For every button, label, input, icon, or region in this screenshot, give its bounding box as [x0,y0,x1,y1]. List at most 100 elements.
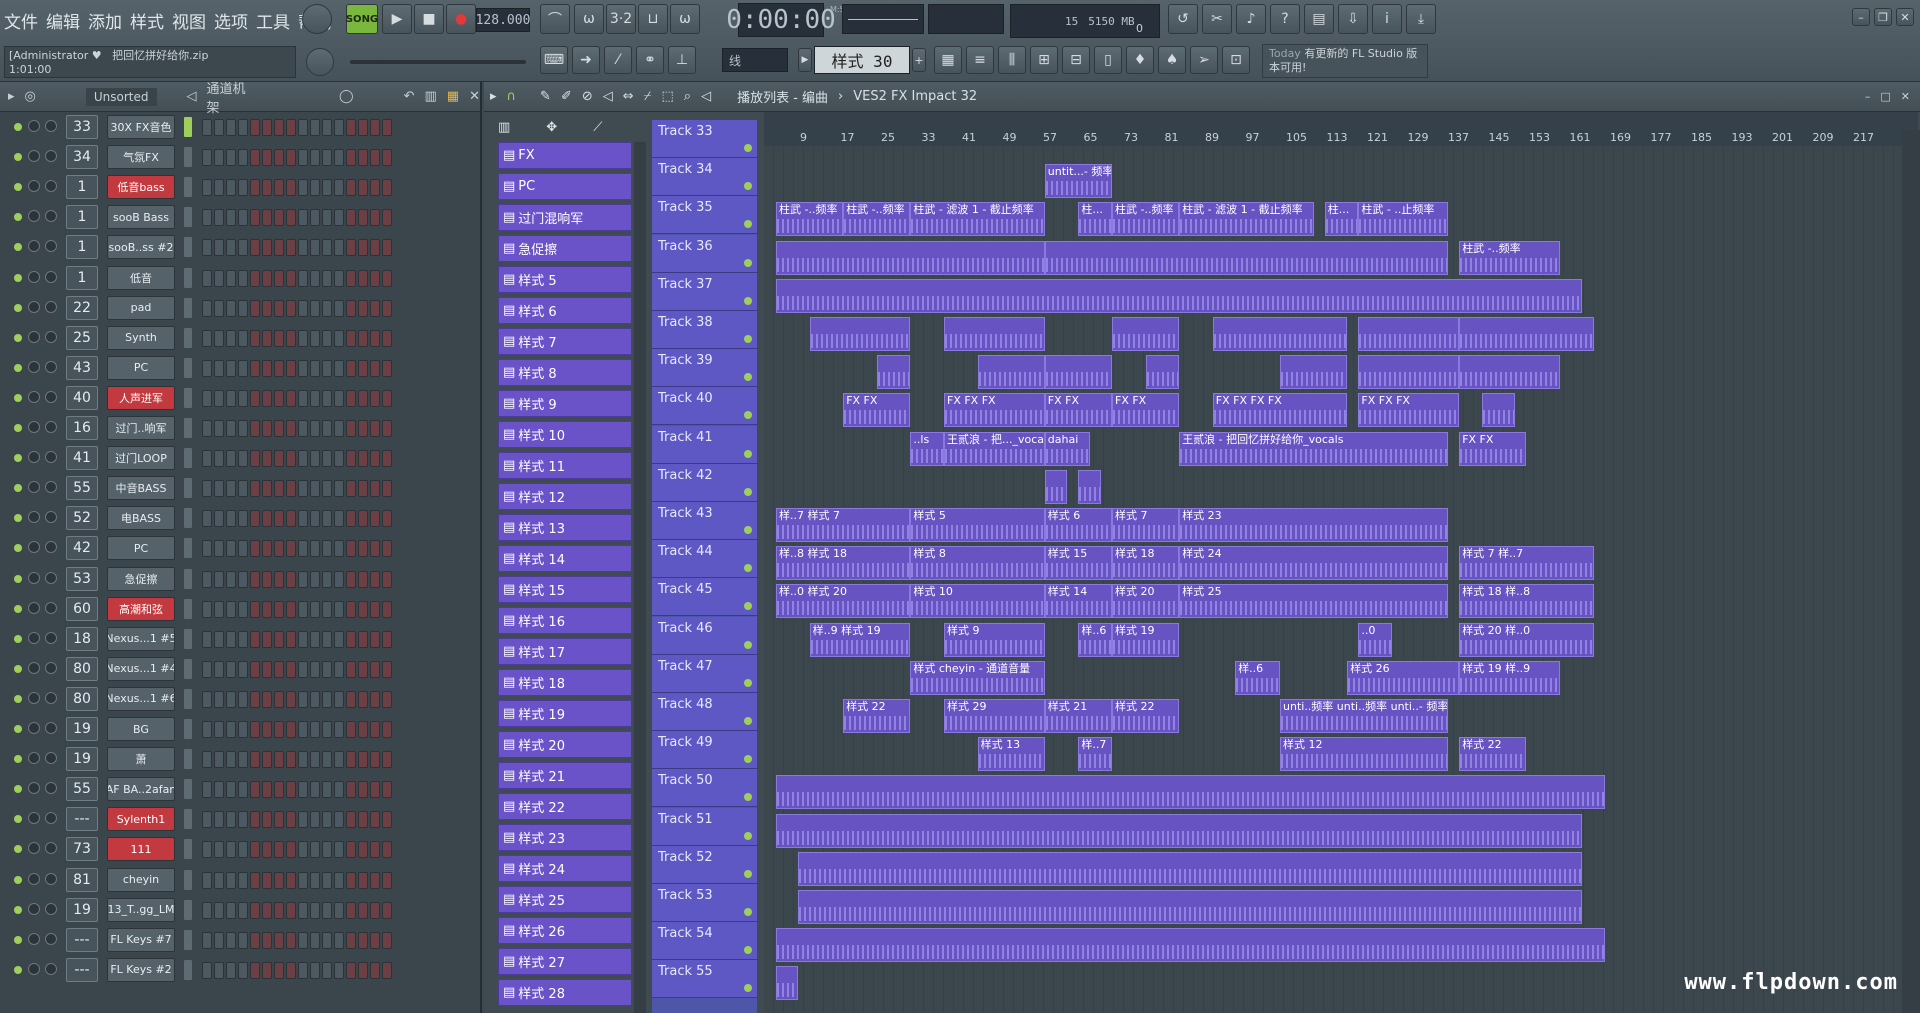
step-button[interactable] [322,660,332,678]
playlist-minimize-icon[interactable]: – [1865,90,1871,103]
playlist-clip[interactable]: 柱... [1078,202,1112,237]
channel-volume-knob[interactable] [28,661,40,674]
channel-name-button[interactable]: 过门..响军 [107,416,175,440]
step-button[interactable] [262,871,272,889]
playlist-clip[interactable] [776,278,1583,313]
step-button[interactable] [286,209,296,227]
channel-pan-knob[interactable] [45,932,57,945]
step-button[interactable] [346,721,356,738]
step-button[interactable] [382,540,392,558]
step-button[interactable] [322,299,332,317]
time-display[interactable]: 0:00:00 [726,3,836,37]
step-button[interactable] [334,811,344,829]
step-button[interactable] [298,961,308,979]
step-button[interactable] [370,209,380,227]
channel-name-button[interactable]: Sylenth1 [107,807,175,832]
step-button[interactable] [262,781,272,799]
step-button[interactable] [358,329,368,347]
step-button[interactable] [238,660,248,678]
step-button[interactable] [346,600,356,618]
step-button[interactable] [262,901,272,919]
channel-row[interactable]: 42 PC [0,533,480,563]
step-button[interactable] [214,239,224,257]
step-button[interactable] [334,510,344,528]
track-header[interactable]: Track 34 [652,158,757,197]
step-button[interactable] [286,359,296,377]
step-button[interactable] [346,540,356,558]
step-button[interactable] [322,420,332,437]
step-button[interactable] [310,269,320,287]
step-button[interactable] [214,450,224,468]
track-header[interactable]: Track 36 [652,234,757,273]
track-mute-led[interactable] [744,717,752,725]
step-button[interactable] [214,179,224,197]
step-button[interactable] [202,179,212,197]
track-mute-led[interactable] [744,831,752,840]
graph-icon[interactable]: ▥ [425,89,437,104]
step-button[interactable] [238,721,248,738]
channel-row[interactable]: 1 低音 [0,263,480,293]
next-button[interactable]: ➜ [572,46,600,74]
step-button[interactable] [358,781,368,799]
step-button[interactable] [274,600,284,618]
step-button[interactable] [238,149,248,167]
step-button[interactable] [274,690,284,708]
channel-row[interactable]: --- FL Keys #2 [0,955,480,985]
step-button[interactable] [262,630,272,648]
step-button[interactable] [250,901,260,919]
step-button[interactable] [214,690,224,708]
mixer-track-number[interactable]: 34 [66,145,98,170]
track-header[interactable]: Track 37 [652,272,757,311]
channel-pan-knob[interactable] [45,842,57,855]
channel-select-indicator[interactable] [184,538,192,559]
pattern-item[interactable]: ▤ FX [498,142,632,169]
channel-volume-knob[interactable] [28,481,40,494]
channel-volume-knob[interactable] [28,932,40,945]
step-button[interactable] [382,179,392,197]
step-button[interactable] [250,179,260,197]
step-button[interactable] [286,299,296,317]
step-button[interactable] [334,630,344,648]
playlist-clip[interactable]: 样式 20 [1112,584,1180,619]
pattern-item[interactable]: ▤ 样式 27 [498,948,632,975]
channel-pan-knob[interactable] [45,120,57,132]
step-button[interactable] [346,299,356,317]
track-header[interactable]: Track 50 [652,769,757,808]
mixer-track-number[interactable]: 55 [66,777,98,802]
step-button[interactable] [382,600,392,618]
step-button[interactable] [250,480,260,498]
step-button[interactable] [238,540,248,558]
step-button[interactable] [262,961,272,979]
pattern-item[interactable]: ▤ 样式 5 [498,266,632,293]
channel-name-button[interactable]: 低音 [107,265,175,290]
channel-volume-knob[interactable] [28,631,40,644]
step-button[interactable] [298,660,308,678]
channel-name-button[interactable]: 111 [107,837,175,862]
step-button[interactable] [262,299,272,317]
playlist-clip[interactable] [1212,317,1348,351]
pattern-selector[interactable]: 样式 30 [814,46,910,74]
track-header[interactable]: Track 51 [652,807,757,846]
channel-pan-knob[interactable] [45,360,57,373]
track-header[interactable]: Track 47 [652,654,757,693]
audio-clip-icon[interactable]: ✥ [546,120,557,138]
channel-mute-led[interactable] [14,303,22,312]
step-button[interactable] [370,389,380,407]
step-button[interactable] [202,841,212,859]
pattern-item[interactable]: ▤ 样式 14 [498,545,632,572]
step-button[interactable] [358,600,368,618]
step-button[interactable] [262,600,272,618]
mixer-track-number[interactable]: 19 [66,897,98,922]
step-button[interactable] [370,841,380,859]
step-button[interactable] [250,389,260,407]
channel-pan-knob[interactable] [45,240,57,253]
step-button[interactable] [214,540,224,558]
channel-row[interactable]: 1 sooB Bass [0,202,480,232]
channel-select-indicator[interactable] [184,929,192,950]
step-button[interactable] [226,179,236,197]
mixer-track-number[interactable]: 81 [66,867,98,892]
track-header[interactable]: Track 42 [652,463,757,502]
step-button[interactable] [310,931,320,949]
step-button[interactable] [334,931,344,949]
pattern-item[interactable]: ▤ 样式 10 [498,421,632,448]
